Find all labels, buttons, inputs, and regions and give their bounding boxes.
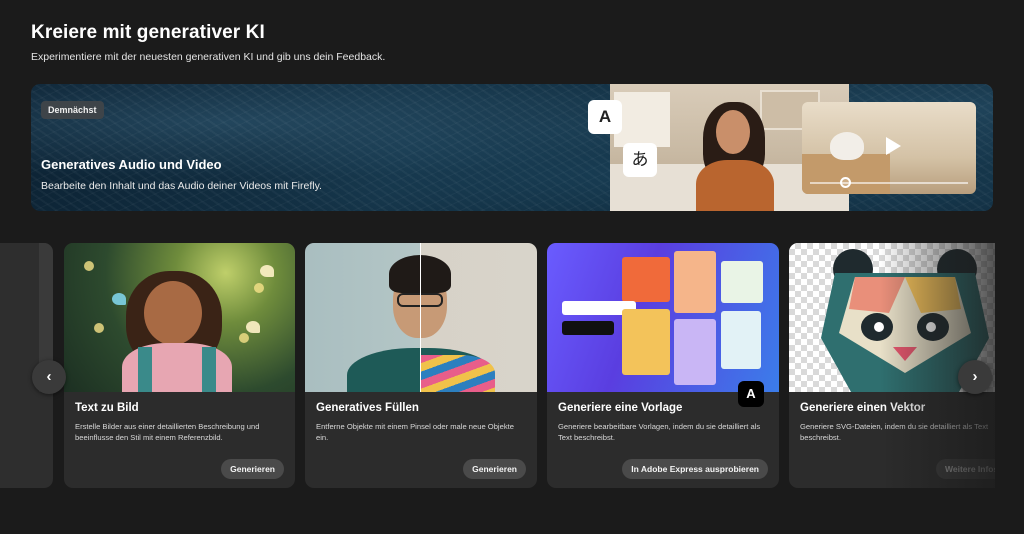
generate-chip-image <box>562 321 614 335</box>
cat-image <box>830 132 864 160</box>
bokeh-light <box>84 261 94 271</box>
coming-soon-badge: Demnächst <box>41 101 104 119</box>
promo-banner[interactable]: Demnächst Generatives Audio und Video Be… <box>31 84 993 211</box>
scene-window <box>614 92 670 147</box>
card-image-templates <box>547 243 779 392</box>
translate-a-icon: A <box>588 100 622 134</box>
video-scrubber-track <box>810 182 968 184</box>
video-player-thumbnail <box>802 102 976 194</box>
template-tile <box>721 261 763 303</box>
play-icon <box>886 137 901 155</box>
carousel-prev-button[interactable]: ‹ <box>32 360 66 394</box>
template-tile <box>622 257 670 302</box>
butterfly-icon <box>260 265 274 277</box>
card-generative-fill[interactable]: Generatives Füllen Entferne Objekte mit … <box>305 243 537 488</box>
card-description: Entferne Objekte mit einem Pinsel oder m… <box>316 422 514 442</box>
generate-button[interactable]: Generieren <box>221 459 284 479</box>
template-tile <box>622 309 670 375</box>
card-description: Generiere SVG-Dateien, indem du sie deta… <box>800 422 989 442</box>
translate-japanese-icon: あ <box>623 143 657 177</box>
generate-button[interactable]: Generieren <box>463 459 526 479</box>
card-title: Generiere einen Vektor <box>800 402 926 414</box>
template-tile <box>721 311 761 369</box>
page-title: Kreiere mit generativer KI <box>31 22 265 43</box>
card-description: Generiere bearbeitbare Vorlagen, indem d… <box>558 422 761 442</box>
video-scrubber-handle <box>840 177 851 188</box>
person-face <box>716 110 750 154</box>
chevron-right-icon: › <box>972 368 978 385</box>
page-subtitle: Experimentiere mit der neuesten generati… <box>31 51 386 63</box>
try-in-adobe-express-button[interactable]: In Adobe Express ausprobieren <box>622 459 768 479</box>
backpack-strap <box>138 347 152 392</box>
bokeh-light <box>254 283 264 293</box>
banner-description: Bearbeite den Inhalt und das Audio deine… <box>41 180 322 192</box>
card-title: Text zu Bild <box>75 402 139 414</box>
card-image-girl <box>64 243 295 392</box>
bokeh-light <box>94 323 104 333</box>
backpack-strap <box>202 347 216 392</box>
banner-title: Generatives Audio und Video <box>41 157 222 172</box>
card-image-man <box>305 243 537 392</box>
carousel-next-button[interactable]: › <box>958 360 992 394</box>
learn-more-button[interactable]: Weitere Infos <box>936 459 995 479</box>
bokeh-light <box>239 333 249 343</box>
card-title: Generiere eine Vorlage <box>558 402 683 414</box>
card-title: Generatives Füllen <box>316 402 419 414</box>
butterfly-icon <box>246 321 260 333</box>
chevron-left-icon: ‹ <box>46 368 52 385</box>
sweater-stripes <box>420 355 495 392</box>
person-body <box>696 160 774 211</box>
before-after-divider <box>420 243 421 392</box>
card-text-to-image[interactable]: Text zu Bild Erstelle Bilder aus einer d… <box>64 243 295 488</box>
template-tile <box>674 319 716 385</box>
card-generate-template[interactable]: A Generiere eine Vorlage Generiere bearb… <box>547 243 779 488</box>
butterfly-icon <box>112 293 126 305</box>
adobe-express-logo-icon: A <box>738 381 764 407</box>
girl-face <box>144 281 202 345</box>
template-tile <box>674 251 716 313</box>
card-description: Erstelle Bilder aus einer detaillierten … <box>75 422 260 442</box>
cardboard-box <box>802 154 890 194</box>
